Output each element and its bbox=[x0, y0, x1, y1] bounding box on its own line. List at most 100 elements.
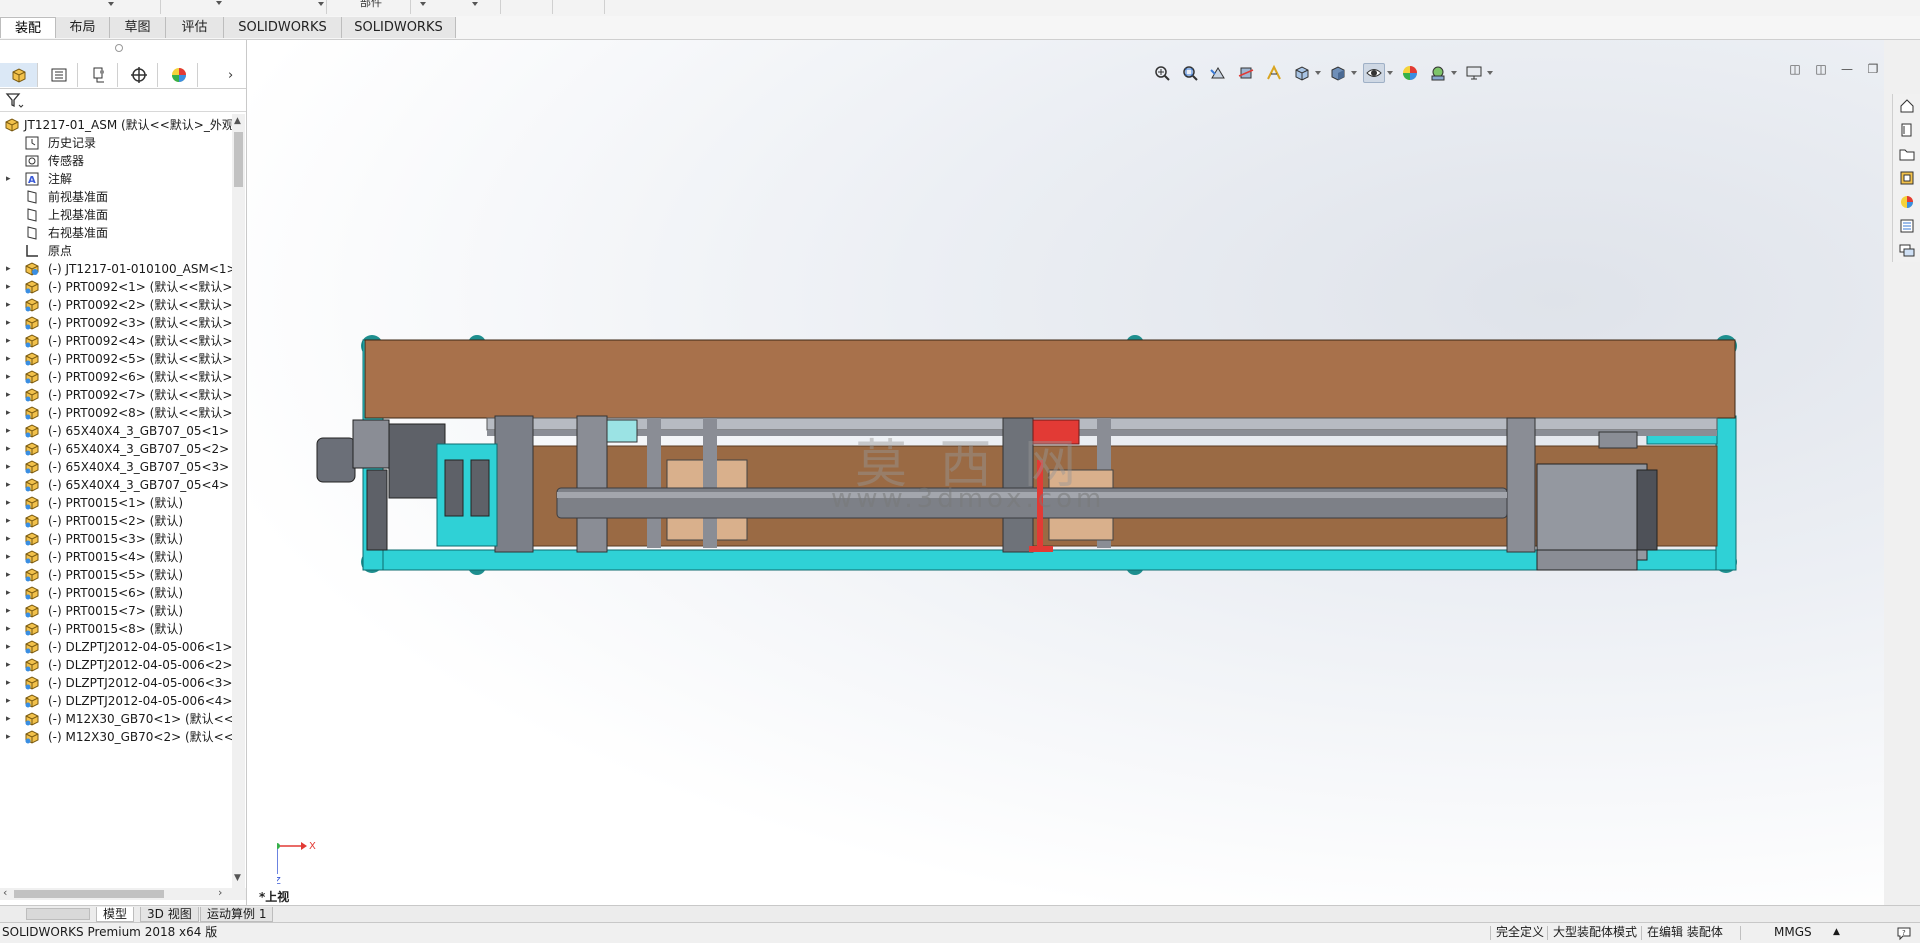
top-combo-3[interactable]: 部件 bbox=[326, 0, 411, 14]
bearing-block bbox=[470, 459, 490, 517]
part-icon bbox=[25, 550, 39, 564]
part-icon bbox=[25, 406, 39, 420]
tree-vertical-scrollbar[interactable]: ▲ ▼ bbox=[232, 114, 245, 889]
expand-arrow-icon[interactable]: ▸ bbox=[6, 726, 11, 748]
feature-tree: JT1217-01_ASM (默认<<默认>_外观 历史记录 传感器 ▸ A 注解 前视基… bbox=[0, 114, 232, 888]
part-icon bbox=[25, 640, 39, 654]
tab-layout[interactable]: 布局 bbox=[56, 17, 110, 38]
reference-triad: X Z bbox=[277, 841, 316, 886]
top-combo-1[interactable] bbox=[0, 0, 161, 14]
part-icon bbox=[25, 676, 39, 690]
top-combo-4[interactable] bbox=[410, 0, 501, 14]
part-icon bbox=[25, 622, 39, 636]
svg-text:?: ? bbox=[1902, 929, 1906, 937]
part-icon bbox=[25, 568, 39, 582]
unit-system-selector[interactable]: MMGS bbox=[1774, 923, 1812, 942]
file-explorer-icon[interactable] bbox=[1897, 144, 1917, 164]
part-icon bbox=[25, 532, 39, 546]
top-board bbox=[364, 339, 1736, 419]
scroll-right-arrow[interactable]: › bbox=[218, 886, 222, 899]
part-icon bbox=[25, 352, 39, 366]
task-pane bbox=[1892, 94, 1920, 262]
plane-icon bbox=[27, 208, 37, 222]
appearances-icon[interactable] bbox=[1897, 192, 1917, 212]
svg-text:A: A bbox=[28, 175, 36, 186]
frame-bottom-rail bbox=[362, 549, 1736, 571]
view-palette-icon[interactable] bbox=[1897, 168, 1917, 188]
gearbox bbox=[352, 419, 390, 469]
history-icon bbox=[25, 136, 39, 150]
part-icon bbox=[25, 730, 39, 744]
property-manager-tab[interactable] bbox=[40, 63, 78, 87]
part-icon bbox=[25, 658, 39, 672]
tab-model[interactable]: 模型 bbox=[96, 907, 135, 922]
scroll-up-arrow[interactable]: ▲ bbox=[234, 116, 241, 126]
top-strip: 部件 bbox=[0, 0, 1920, 17]
assembly-icon bbox=[5, 118, 19, 132]
column bbox=[703, 418, 717, 548]
part-icon bbox=[25, 478, 39, 492]
tab-evaluate[interactable]: 评估 bbox=[166, 17, 224, 38]
column bbox=[576, 415, 608, 553]
part-icon bbox=[25, 370, 39, 384]
bearing-block bbox=[444, 459, 464, 517]
feature-manager-tab[interactable] bbox=[0, 63, 38, 87]
custom-properties-icon[interactable] bbox=[1897, 216, 1917, 236]
view-name-label: *上视 bbox=[259, 890, 290, 904]
panel-more-arrow[interactable]: › bbox=[228, 68, 233, 83]
scroll-thumb[interactable] bbox=[234, 132, 243, 187]
top-combo-2[interactable] bbox=[160, 0, 327, 14]
quick-tips-icon[interactable]: ? bbox=[1896, 925, 1912, 941]
configuration-manager-tab[interactable] bbox=[80, 63, 118, 87]
tab-3d-view[interactable]: 3D 视图 bbox=[140, 907, 199, 922]
tab-solidworks-mbd[interactable]: SOLIDWORKS MBD bbox=[342, 17, 456, 56]
part-icon bbox=[25, 496, 39, 510]
property-list-icon bbox=[51, 68, 66, 82]
scroll-down-arrow[interactable]: ▼ bbox=[234, 873, 241, 883]
part-icon bbox=[25, 298, 39, 312]
right-gear-assembly bbox=[1536, 463, 1648, 561]
part-icon bbox=[25, 442, 39, 456]
column bbox=[494, 415, 534, 553]
graphics-area[interactable]: ◫ ◫ — ❐ ✕ bbox=[247, 40, 1884, 906]
tab-sketch[interactable]: 草图 bbox=[110, 17, 166, 38]
panel-collapse-handle[interactable] bbox=[115, 44, 123, 52]
tab-assembly[interactable]: 装配体 bbox=[0, 17, 56, 57]
top-combo-5[interactable] bbox=[500, 0, 553, 14]
origin-icon bbox=[26, 245, 38, 257]
subassembly-icon bbox=[25, 262, 39, 276]
tab-nav-arrows[interactable] bbox=[26, 908, 90, 920]
bottom-tabs-bar: 模型 3D 视图 运动算例 1 bbox=[0, 905, 1920, 923]
command-manager-tabs: 装配体 布局 草图 评估 SOLIDWORKS 插件 SOLIDWORKS MB… bbox=[0, 16, 1920, 57]
app-version-label: SOLIDWORKS Premium 2018 x64 版 bbox=[2, 925, 218, 939]
part-icon bbox=[25, 694, 39, 708]
part-icon bbox=[25, 280, 39, 294]
right-bracket bbox=[1598, 431, 1638, 449]
red-rod-base bbox=[1029, 546, 1053, 552]
left-plate bbox=[366, 469, 388, 551]
partial-label: 部件 bbox=[360, 0, 382, 9]
dimxpert-tab[interactable] bbox=[120, 63, 158, 87]
units-dropdown-arrow[interactable]: ▲ bbox=[1833, 923, 1840, 942]
bracket bbox=[606, 419, 638, 443]
hscroll-thumb[interactable] bbox=[14, 890, 164, 898]
filter-icon[interactable] bbox=[5, 91, 25, 109]
top-combo-6[interactable] bbox=[552, 0, 605, 14]
plane-icon bbox=[27, 226, 37, 240]
frame-right-post bbox=[1715, 415, 1737, 571]
design-library-icon[interactable] bbox=[1897, 120, 1917, 140]
axis-x-label: X bbox=[309, 841, 316, 852]
tree-horizontal-scrollbar[interactable]: ‹ › bbox=[0, 886, 246, 900]
panel-tab-strip: › bbox=[0, 62, 246, 89]
expand-arrow-icon[interactable]: ▸ bbox=[6, 168, 11, 190]
tab-solidworks-addins[interactable]: SOLIDWORKS 插件 bbox=[224, 17, 342, 56]
display-manager-tab[interactable] bbox=[160, 63, 198, 87]
part-icon bbox=[25, 712, 39, 726]
scroll-left-arrow[interactable]: ‹ bbox=[3, 886, 7, 899]
tree-filter-row bbox=[0, 89, 246, 112]
solidworks-resources-icon[interactable] bbox=[1897, 96, 1917, 116]
status-bar: SOLIDWORKS Premium 2018 x64 版 完全定义 大型装配体… bbox=[0, 922, 1920, 943]
forum-icon[interactable] bbox=[1897, 240, 1917, 260]
column bbox=[647, 418, 661, 548]
tab-motion-study[interactable]: 运动算例 1 bbox=[200, 907, 274, 922]
